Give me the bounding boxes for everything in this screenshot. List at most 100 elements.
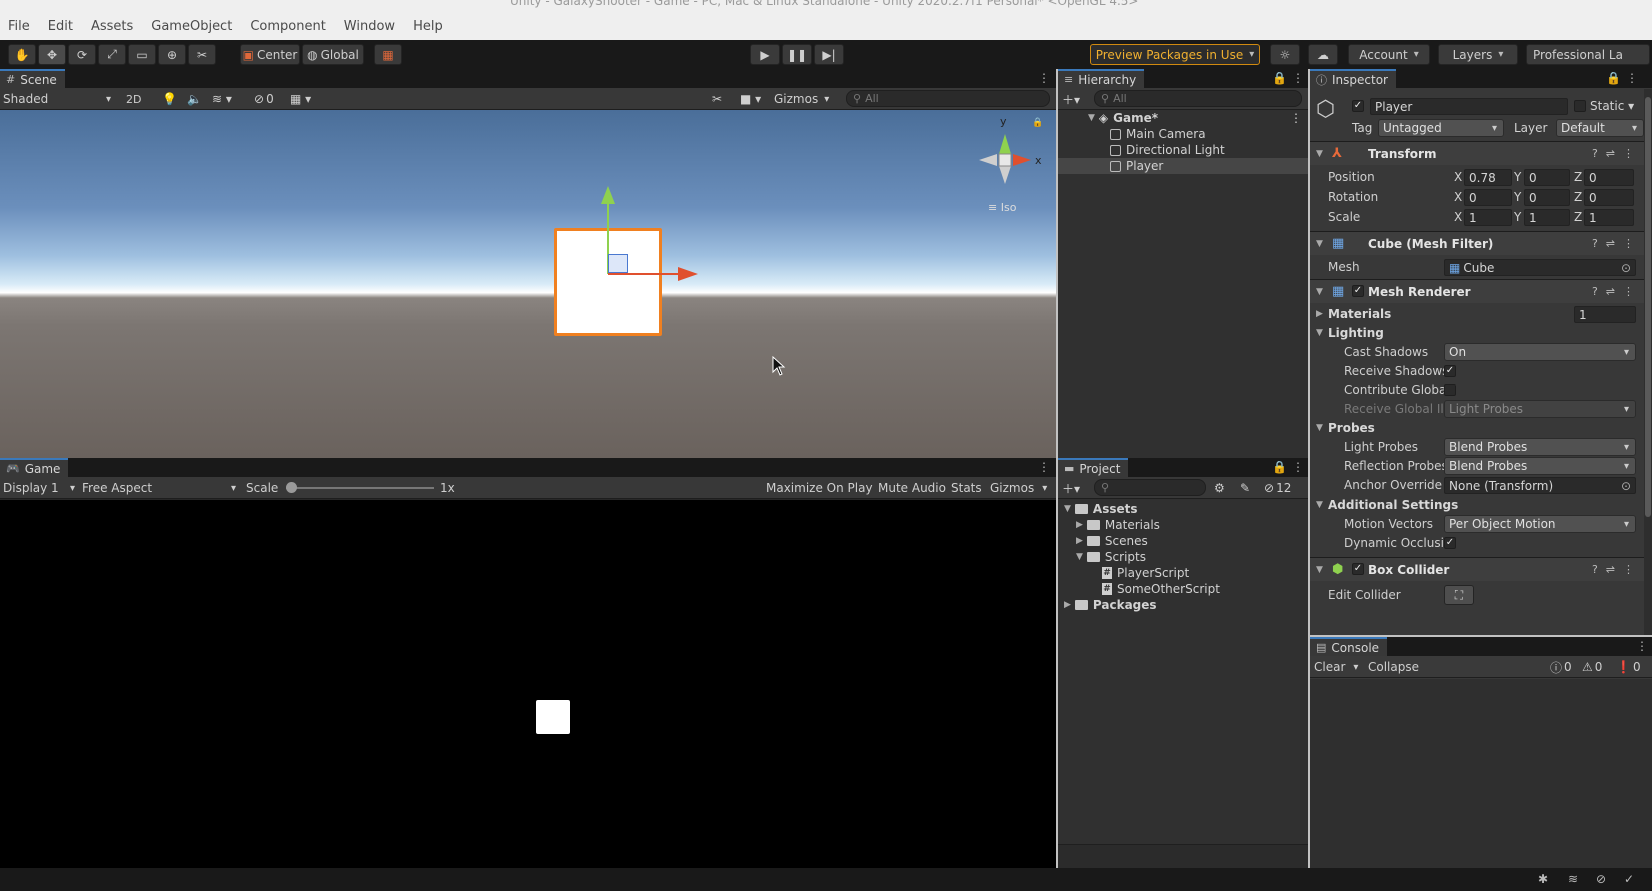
scale-z-field[interactable]: 1 [1584,209,1634,226]
scene-row-menu-icon[interactable]: ⋮ [1290,111,1302,125]
menu-gameobject[interactable]: GameObject [151,19,232,34]
maximize-on-play-toggle[interactable]: Maximize On Play [766,479,873,497]
materials-count-field[interactable]: 1 [1574,306,1636,323]
expand-arrow-icon[interactable]: ▼ [1076,552,1083,562]
scene-gizmos-dropdown[interactable]: Gizmos ▾ [774,90,829,108]
hierarchy-search-input[interactable]: ⚲ All [1094,90,1302,107]
reflection-probes-dropdown[interactable]: Blend Probes [1444,457,1636,475]
component-help-settings-menu-icon[interactable]: ?⇌⋮ [1592,147,1642,160]
collapse-arrow-icon[interactable]: ▶ [1064,600,1071,610]
edit-collider-button[interactable]: ⛶ [1444,585,1474,605]
box-collider-component-header[interactable]: ▼ ⬢ ✓ Box Collider ?⇌⋮ [1310,557,1652,581]
fold-arrow-icon[interactable]: ▼ [1316,149,1323,159]
camera-icon[interactable]: ■ ▾ [740,90,761,108]
layers-dropdown[interactable]: Layers [1438,44,1518,65]
menu-file[interactable]: File [8,19,30,34]
collapse-arrow-icon[interactable]: ▶ [1076,536,1083,546]
hierarchy-menu-icon[interactable]: ⋮ [1292,71,1304,85]
rotation-z-field[interactable]: 0 [1584,189,1634,206]
game-gizmos-dropdown[interactable]: Gizmos ▾ [990,479,1047,497]
pivot-global-button[interactable]: ◍ Global [302,44,364,65]
fold-arrow-icon[interactable]: ▼ [1316,500,1323,510]
inspector-menu-icon[interactable]: ⋮ [1626,71,1638,85]
project-tree-scripts[interactable]: ▼ Scripts [1076,549,1146,565]
contribute-gi-checkbox[interactable] [1444,384,1456,396]
project-tree-materials[interactable]: ▶ Materials [1076,517,1160,533]
mesh-renderer-enabled-checkbox[interactable]: ✓ [1352,285,1364,297]
light-probes-dropdown[interactable]: Blend Probes [1444,438,1636,456]
custom-tool-icon[interactable]: ✂ [188,44,216,65]
project-item-playerscript[interactable]: # PlayerScript [1102,565,1189,581]
menu-window[interactable]: Window [344,19,395,34]
layers-status-icon[interactable]: ≋ [1568,872,1578,886]
probes-section[interactable]: ▼ Probes [1310,418,1652,438]
mesh-filter-component-header[interactable]: ▼ ▦ Cube (Mesh Filter) ?⇌⋮ [1310,231,1652,255]
mesh-object-field[interactable]: ▦ Cube ⊙ [1444,259,1636,276]
menu-component[interactable]: Component [250,19,325,34]
hierarchy-add-button[interactable]: ＋▾ [1062,90,1080,108]
pivot-center-button[interactable]: ▣ Center [240,44,300,65]
expand-arrow-icon[interactable]: ▼ [1088,113,1095,123]
tab-project[interactable]: ▬ Project [1058,458,1129,477]
project-search-input[interactable]: ⚲ [1094,479,1206,496]
mute-audio-toggle[interactable]: Mute Audio [878,479,946,497]
move-plane-handle[interactable] [608,254,628,273]
filter-type-icon[interactable]: ⚙ [1214,479,1225,497]
move-arrow-y-icon[interactable] [601,186,615,204]
menu-edit[interactable]: Edit [48,19,73,34]
expand-arrow-icon[interactable]: ▼ [1064,504,1071,514]
network-icon[interactable]: ⊘ [1596,872,1606,886]
inspector-lock-icon[interactable]: 🔒 [1606,71,1621,85]
tag-dropdown[interactable]: Untagged [1378,119,1504,137]
collapse-toggle[interactable]: Collapse [1368,658,1419,676]
projection-label[interactable]: ≡ Iso [988,201,1016,214]
grid-snap-icon[interactable]: ▦ [374,44,402,65]
inspector-scrollbar[interactable] [1644,89,1652,635]
project-menu-icon[interactable]: ⋮ [1292,460,1304,474]
cast-shadows-dropdown[interactable]: On [1444,343,1636,361]
audio-toggle-icon[interactable]: 🔈 [187,90,202,108]
hand-tool-icon[interactable]: ✋ [8,44,36,65]
collab-icon[interactable]: ☼ [1270,44,1300,65]
grid-toggle-icon[interactable]: ▦ ▾ [290,90,311,108]
transform-tool-icon[interactable]: ⊕ [158,44,186,65]
menu-assets[interactable]: Assets [91,19,133,34]
object-name-field[interactable]: Player [1370,98,1568,115]
scale-tool-icon[interactable]: ⤢ [98,44,126,65]
aspect-dropdown[interactable]: Free Aspect ▾ [82,479,236,497]
object-picker-icon[interactable]: ⊙ [1621,479,1631,493]
lighting-toggle-icon[interactable]: 💡 [162,90,177,108]
tab-scene[interactable]: # Scene [0,69,65,88]
component-help-settings-menu-icon[interactable]: ?⇌⋮ [1592,285,1642,298]
cloud-icon[interactable]: ☁ [1308,44,1338,65]
console-menu-icon[interactable]: ⋮ [1636,639,1648,653]
gizmo-lock-icon[interactable]: 🔒 [1032,118,1043,128]
component-help-settings-menu-icon[interactable]: ?⇌⋮ [1592,237,1642,250]
static-dropdown[interactable]: Static ▾ [1590,99,1634,113]
position-y-field[interactable]: 0 [1524,169,1570,186]
move-tool-icon[interactable]: ✥ [38,44,66,65]
scale-y-field[interactable]: 1 [1524,209,1570,226]
effects-toggle-icon[interactable]: ≋ ▾ [212,90,232,108]
dynamic-occlusion-checkbox[interactable]: ✓ [1444,537,1456,549]
rotate-tool-icon[interactable]: ⟳ [68,44,96,65]
display-dropdown[interactable]: Display 1 ▾ [3,479,75,497]
scene-root-row[interactable]: ▼ ◈ Game* ⋮ [1058,110,1308,126]
layer-dropdown[interactable]: Default [1556,119,1644,137]
fold-arrow-icon[interactable]: ▶ [1316,309,1323,319]
filter-label-icon[interactable]: ✎ [1240,479,1250,497]
project-add-button[interactable]: ＋▾ [1062,479,1080,497]
project-tree-scenes[interactable]: ▶ Scenes [1076,533,1148,549]
mode-2d-button[interactable]: 2D [126,90,141,108]
game-menu-icon[interactable]: ⋮ [1038,460,1050,474]
tab-inspector[interactable]: ⓘ Inspector [1310,69,1396,88]
position-x-field[interactable]: 0.78 [1464,169,1512,186]
scale-x-field[interactable]: 1 [1464,209,1512,226]
move-handle-x[interactable] [608,273,680,275]
scene-menu-icon[interactable]: ⋮ [1038,71,1050,85]
move-arrow-x-icon[interactable] [678,267,698,281]
box-collider-enabled-checkbox[interactable]: ✓ [1352,563,1364,575]
anchor-override-field[interactable]: None (Transform) ⊙ [1444,477,1636,494]
preview-packages-button[interactable]: Preview Packages in Use [1090,44,1260,65]
tab-hierarchy[interactable]: ≡ Hierarchy [1058,69,1145,88]
